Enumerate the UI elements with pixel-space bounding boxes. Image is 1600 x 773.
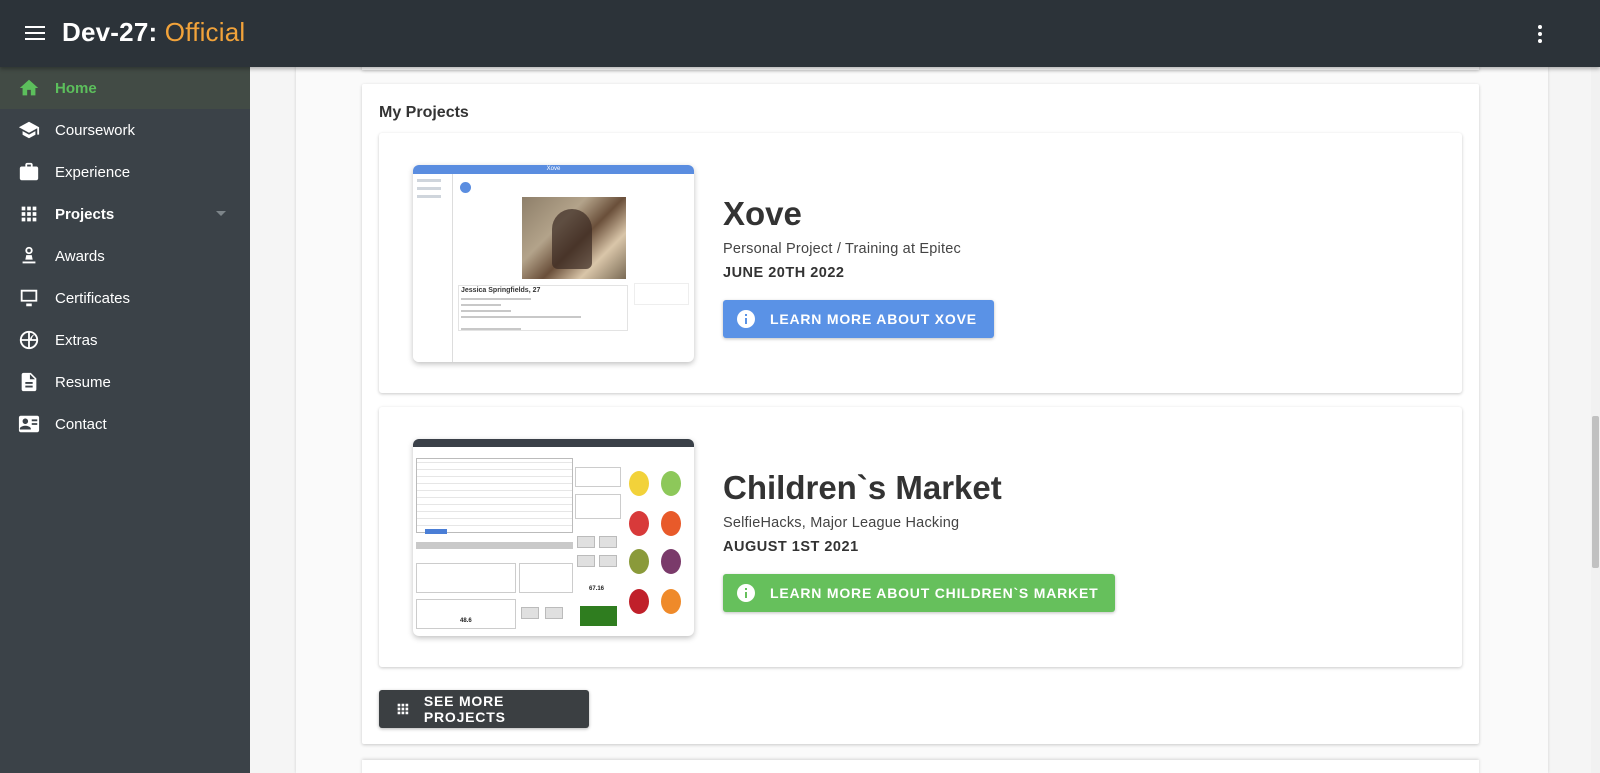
thumb-profile-name: Jessica Springfields, 27 (461, 287, 541, 294)
onion-icon (661, 549, 681, 574)
thumb-side-card (634, 283, 689, 305)
learn-more-xove-button[interactable]: LEARN MORE ABOUT XOVE (723, 300, 994, 338)
thumb-line (461, 304, 501, 306)
sidebar: Home Coursework Experience Projects Awar… (0, 67, 250, 773)
projects-section: My Projects Xove Jessica Springfields, 2… (362, 84, 1479, 744)
sidebar-item-label: Awards (55, 247, 105, 265)
sidebar-item-extras[interactable]: Extras (0, 319, 250, 361)
lettuce-icon (661, 471, 681, 496)
thumb-scrollbar (416, 542, 573, 549)
brand-accent: Official (164, 17, 246, 47)
thumb-app-bar: Xove (413, 165, 694, 174)
thumb-form (519, 563, 573, 593)
thumb-form (416, 563, 516, 593)
thumb-line (461, 328, 521, 330)
sidebar-item-label: Coursework (55, 121, 136, 139)
thumb-data-grid (416, 458, 573, 533)
thumb-sidebar (413, 174, 453, 362)
project-name: Children`s Market (723, 469, 1002, 506)
sidebar-item-label: Contact (55, 415, 107, 433)
section-title: My Projects (379, 104, 469, 121)
sidebar-item-label: Experience (55, 163, 131, 181)
thumb-button (545, 607, 563, 619)
sidebar-item-label: Extras (55, 331, 98, 349)
carrot-icon (661, 589, 681, 614)
project-thumbnail: 67.16 48.6 (413, 439, 694, 636)
apps-grid-icon (18, 203, 40, 225)
tomato-icon (661, 511, 681, 536)
chevron-down-icon[interactable] (216, 211, 226, 216)
app-title: Dev-27: Official (62, 17, 245, 48)
top-app-bar: Dev-27: Official (0, 0, 1600, 67)
thumb-photo (522, 197, 626, 279)
sidebar-item-awards[interactable]: Awards (0, 235, 250, 277)
thumb-form (416, 599, 516, 629)
button-label: LEARN MORE ABOUT CHILDREN`S MARKET (770, 585, 1099, 601)
project-card-xove: Xove Jessica Springfields, 27 Xove Perso… (379, 133, 1462, 393)
button-label: SEE MORE PROJECTS (423, 693, 506, 725)
thumb-button (599, 555, 617, 567)
sidebar-item-home[interactable]: Home (0, 67, 250, 109)
thumb-fab (460, 182, 471, 193)
project-subtitle: SelfieHacks, Major League Hacking (723, 515, 960, 531)
hamburger-menu-icon[interactable] (25, 22, 47, 44)
project-name: Xove (723, 195, 802, 232)
project-card-childrens-market: 67.16 48.6 Children`s Market SelfieHacks… (379, 407, 1462, 667)
thumb-line (461, 316, 581, 318)
project-thumbnail: Xove Jessica Springfields, 27 (413, 165, 694, 362)
sidebar-item-projects[interactable]: Projects (0, 193, 250, 235)
thumb-button (521, 607, 539, 619)
sidebar-item-contact[interactable]: Contact (0, 403, 250, 445)
info-icon (737, 310, 755, 328)
home-icon (18, 77, 40, 99)
project-date: JUNE 20TH 2022 (723, 265, 845, 281)
thumb-line (461, 310, 511, 312)
button-label: LEARN MORE ABOUT XOVE (770, 311, 977, 327)
thumb-title-bar (413, 439, 694, 447)
sidebar-item-coursework[interactable]: Coursework (0, 109, 250, 151)
basketball-icon (18, 329, 40, 351)
thumb-total-2: 48.6 (460, 618, 472, 624)
school-icon (18, 119, 40, 141)
sidebar-item-label: Home (55, 79, 97, 97)
thumb-total: 67.16 (589, 586, 605, 592)
apple-icon (629, 589, 649, 614)
apps-grid-icon (397, 703, 409, 715)
thumb-form (575, 467, 621, 487)
kiwi-icon (629, 549, 649, 574)
learn-more-childrens-market-button[interactable]: LEARN MORE ABOUT CHILDREN`S MARKET (723, 574, 1116, 612)
sidebar-item-label: Resume (55, 373, 111, 391)
sidebar-item-label: Projects (55, 205, 115, 223)
more-vert-icon[interactable] (1532, 22, 1548, 46)
see-more-projects-button[interactable]: SEE MORE PROJECTS (379, 690, 589, 728)
document-icon (18, 371, 40, 393)
sidebar-item-certificates[interactable]: Certificates (0, 277, 250, 319)
briefcase-icon (18, 161, 40, 183)
info-icon (737, 584, 755, 602)
sidebar-item-resume[interactable]: Resume (0, 361, 250, 403)
thumb-line (461, 298, 531, 300)
thumb-title: Xove (546, 166, 561, 172)
thumb-checkout-button (580, 606, 617, 626)
thumb-form (575, 494, 621, 519)
certificate-icon (18, 287, 40, 309)
sidebar-item-experience[interactable]: Experience (0, 151, 250, 193)
project-subtitle: Personal Project / Training at Epitec (723, 241, 961, 257)
thumb-button (599, 536, 617, 548)
project-date: AUGUST 1ST 2021 (723, 539, 859, 555)
scrollbar-thumb[interactable] (1592, 416, 1599, 568)
next-section-card (362, 760, 1479, 773)
thumb-button (577, 555, 595, 567)
thumb-button (577, 536, 595, 548)
brand-main: Dev-27: (62, 17, 158, 47)
award-icon (18, 245, 40, 267)
thumb-selected-row (425, 529, 447, 534)
strawberry-icon (629, 511, 649, 536)
sidebar-item-label: Certificates (55, 289, 131, 307)
banana-icon (629, 471, 649, 496)
contact-card-icon (18, 413, 40, 435)
